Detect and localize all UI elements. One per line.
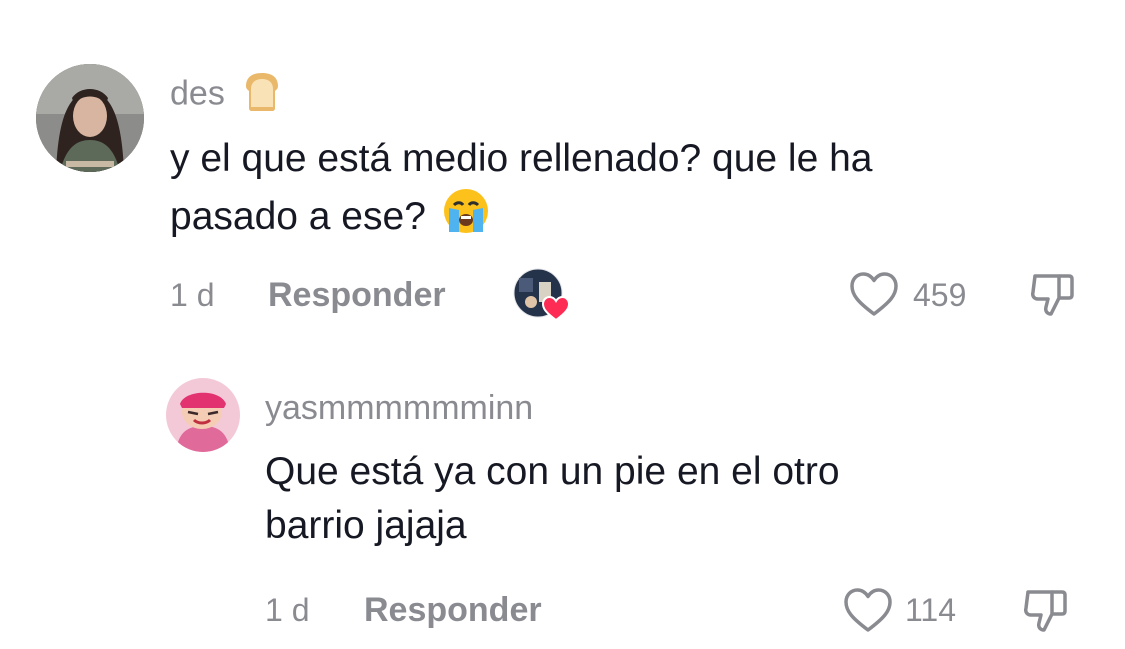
- comment-text: y el que está medio rellenado? que le ha…: [170, 132, 1070, 251]
- comment-text-line1: y el que está medio rellenado? que le ha: [170, 137, 873, 180]
- heart-outline-icon[interactable]: [848, 270, 900, 318]
- username[interactable]: des: [170, 70, 284, 121]
- username[interactable]: yasmmmmmminn: [265, 388, 533, 428]
- comment-1: des y el que está medio rellenado? que l…: [0, 0, 1125, 340]
- comment-text-line1: Que está ya con un pie en el otro: [265, 450, 840, 493]
- heart-outline-icon[interactable]: [842, 586, 894, 634]
- crying-face-icon: [441, 186, 491, 251]
- comment-time: 1 d: [265, 592, 310, 628]
- username-text: yasmmmmmminn: [265, 389, 534, 427]
- comment-text-line2: barrio jajaja: [265, 504, 467, 547]
- reply-button[interactable]: Responder: [364, 590, 542, 630]
- avatar-des[interactable]: [36, 64, 144, 172]
- creator-liked-badge: [513, 268, 571, 322]
- reply-button[interactable]: Responder: [268, 275, 446, 315]
- comment-text-line2-wrap: pasado a ese?: [170, 186, 1070, 251]
- dislike-icon[interactable]: [1027, 268, 1079, 320]
- like-count: 459: [913, 277, 967, 313]
- dislike-icon[interactable]: [1020, 584, 1072, 636]
- avatar-image: [36, 64, 144, 172]
- bread-icon: [240, 70, 284, 121]
- like-count: 114: [905, 592, 957, 628]
- username-text: des: [170, 74, 225, 113]
- comment-2: yasmmmmmminn Que está ya con un pie en e…: [0, 340, 1125, 649]
- avatar-yasmmmmmminn[interactable]: [166, 378, 240, 452]
- avatar-image: [166, 378, 240, 452]
- comment-text-line2: pasado a ese?: [170, 194, 426, 238]
- heart-badge-icon: [541, 295, 571, 322]
- comment-time: 1 d: [170, 277, 215, 313]
- comment-text: Que está ya con un pie en el otro barrio…: [265, 445, 1085, 553]
